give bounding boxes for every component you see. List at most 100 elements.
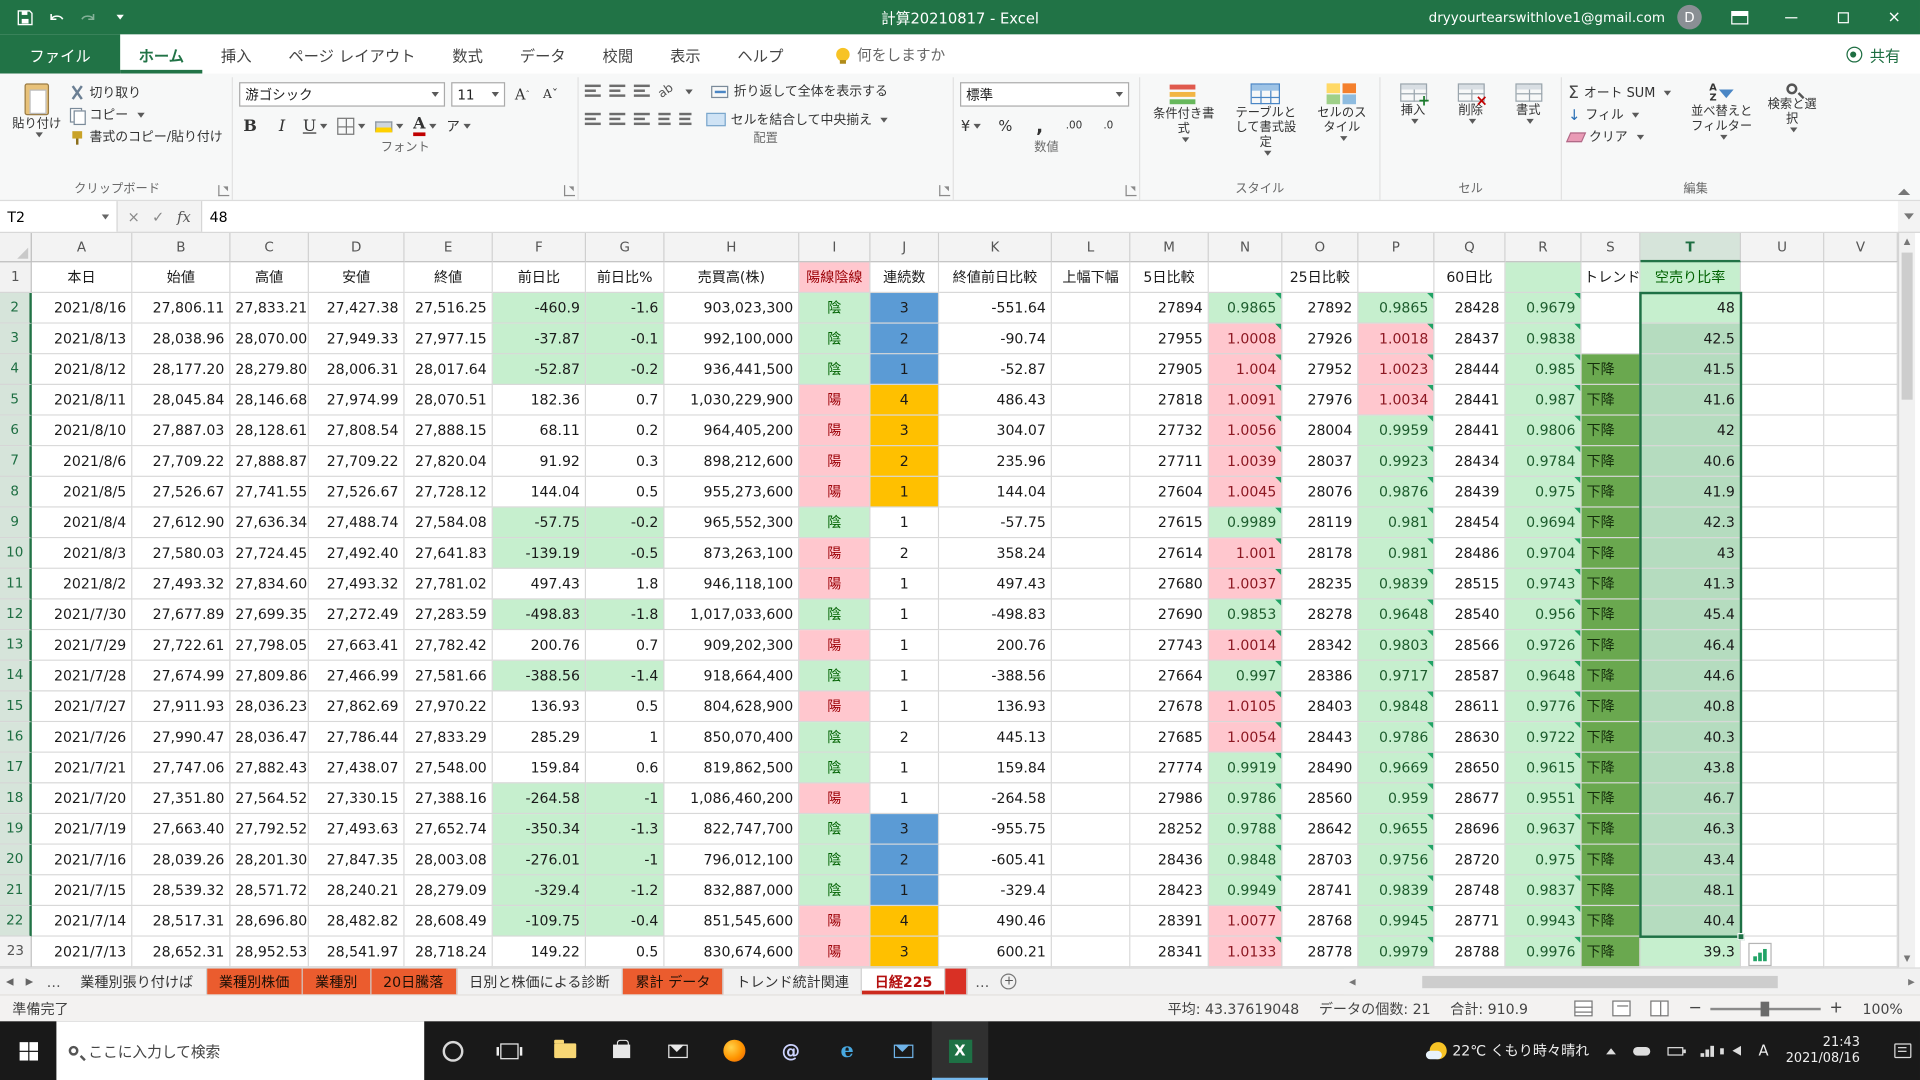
fill-color-button[interactable] bbox=[375, 115, 403, 137]
cell[interactable]: 2021/8/3 bbox=[32, 538, 133, 569]
increase-indent-icon[interactable] bbox=[679, 113, 691, 126]
cell[interactable]: 27732 bbox=[1130, 416, 1208, 447]
cell[interactable] bbox=[1052, 753, 1130, 784]
cell[interactable]: 0.9786 bbox=[1209, 783, 1283, 814]
sheet-tab[interactable]: トレンド統計関連 bbox=[724, 969, 863, 995]
header-cell[interactable]: 25日比較 bbox=[1282, 262, 1358, 293]
cell[interactable]: 3 bbox=[870, 937, 939, 968]
cell[interactable]: 27,612.90 bbox=[132, 508, 230, 539]
cell[interactable]: 2021/7/19 bbox=[32, 814, 133, 845]
header-cell[interactable] bbox=[1209, 262, 1283, 293]
cell[interactable]: 27,584.08 bbox=[405, 508, 493, 539]
cell[interactable]: 28235 bbox=[1282, 569, 1358, 600]
cell[interactable]: 28566 bbox=[1434, 630, 1505, 661]
cell[interactable]: 27,351.80 bbox=[132, 783, 230, 814]
cell[interactable]: 1 bbox=[870, 691, 939, 722]
cell[interactable]: 1 bbox=[870, 661, 939, 692]
cell[interactable]: 28436 bbox=[1130, 845, 1208, 876]
cell[interactable]: 陰 bbox=[799, 661, 870, 692]
cell[interactable]: 27,724.45 bbox=[230, 538, 308, 569]
cell[interactable] bbox=[1824, 937, 1898, 968]
row-header-12[interactable]: 12 bbox=[0, 600, 32, 631]
cell[interactable]: 28642 bbox=[1282, 814, 1358, 845]
cut-button[interactable]: 切り取り bbox=[70, 83, 223, 101]
cell[interactable]: 陰 bbox=[799, 753, 870, 784]
font-size-select[interactable]: 11 bbox=[451, 82, 505, 107]
cell[interactable]: 42 bbox=[1640, 416, 1741, 447]
cell[interactable]: 27,663.40 bbox=[132, 814, 230, 845]
ribbon-tab-校閲[interactable]: 校閲 bbox=[584, 34, 651, 73]
sheet-tab[interactable]: … bbox=[968, 969, 997, 995]
cell[interactable]: 796,012,100 bbox=[665, 845, 800, 876]
cell[interactable]: 27,887.03 bbox=[132, 416, 230, 447]
cell[interactable] bbox=[1824, 722, 1898, 753]
cell[interactable]: 27604 bbox=[1130, 477, 1208, 508]
cell[interactable] bbox=[1824, 753, 1898, 784]
cell[interactable]: 27614 bbox=[1130, 538, 1208, 569]
cell[interactable]: 144.04 bbox=[939, 477, 1052, 508]
cell[interactable]: 27,974.99 bbox=[309, 385, 405, 416]
cell[interactable]: 1.8 bbox=[586, 569, 664, 600]
cell[interactable] bbox=[1824, 354, 1898, 385]
cell[interactable]: 27,806.11 bbox=[132, 293, 230, 324]
cell[interactable]: 2021/7/21 bbox=[32, 753, 133, 784]
ribbon-display-options-icon[interactable] bbox=[1714, 0, 1765, 34]
sheet-tab[interactable]: 業種別 bbox=[303, 969, 371, 995]
cell[interactable]: 27,674.99 bbox=[132, 661, 230, 692]
cell[interactable]: 1 bbox=[870, 508, 939, 539]
cell[interactable]: 91.92 bbox=[493, 446, 586, 477]
currency-format-icon[interactable]: ¥ bbox=[960, 115, 982, 137]
decrease-decimal-icon[interactable]: .0 bbox=[1097, 115, 1119, 137]
cell[interactable]: 2021/8/4 bbox=[32, 508, 133, 539]
undo-icon[interactable] bbox=[42, 2, 71, 31]
cell[interactable]: 28386 bbox=[1282, 661, 1358, 692]
cell[interactable]: 28,608.49 bbox=[405, 906, 493, 937]
cell[interactable] bbox=[1824, 600, 1898, 631]
cell[interactable]: 490.46 bbox=[939, 906, 1052, 937]
cell[interactable]: 2021/7/28 bbox=[32, 661, 133, 692]
cell[interactable]: 822,747,700 bbox=[665, 814, 800, 845]
cell[interactable]: 28611 bbox=[1434, 691, 1505, 722]
cell[interactable]: 1.0091 bbox=[1209, 385, 1283, 416]
cell[interactable] bbox=[1052, 600, 1130, 631]
cell[interactable]: 44.6 bbox=[1640, 661, 1741, 692]
cell[interactable]: 0.9679 bbox=[1506, 293, 1582, 324]
cell[interactable]: 0.9853 bbox=[1209, 600, 1283, 631]
cell[interactable]: 2 bbox=[870, 538, 939, 569]
cell[interactable]: 0.9648 bbox=[1358, 600, 1434, 631]
cell[interactable]: 27,722.61 bbox=[132, 630, 230, 661]
cell[interactable] bbox=[1741, 661, 1824, 692]
ribbon-tab-ホーム[interactable]: ホーム bbox=[120, 34, 202, 73]
cell[interactable]: 1.0034 bbox=[1358, 385, 1434, 416]
cell[interactable]: 28,070.51 bbox=[405, 385, 493, 416]
percent-format-icon[interactable]: % bbox=[994, 115, 1016, 137]
cell[interactable]: 27,516.25 bbox=[405, 293, 493, 324]
select-all-corner[interactable] bbox=[0, 233, 32, 262]
cell[interactable]: 28439 bbox=[1434, 477, 1505, 508]
cell[interactable]: 27,833.21 bbox=[230, 293, 308, 324]
clear-button[interactable]: クリア bbox=[1568, 128, 1682, 146]
cell[interactable] bbox=[1052, 416, 1130, 447]
cell[interactable]: 0.9756 bbox=[1358, 845, 1434, 876]
cell[interactable]: 992,100,000 bbox=[665, 324, 800, 355]
cell[interactable]: 4 bbox=[870, 906, 939, 937]
excel-taskbar-button[interactable]: X bbox=[932, 1021, 988, 1080]
sheet-tab[interactable]: … bbox=[39, 969, 68, 995]
font-family-select[interactable]: 游ゴシック bbox=[239, 82, 445, 107]
cell[interactable]: 27,427.38 bbox=[309, 293, 405, 324]
cell[interactable]: 28703 bbox=[1282, 845, 1358, 876]
cell[interactable]: 0.9839 bbox=[1358, 875, 1434, 906]
hidden-icons-button[interactable] bbox=[1598, 1021, 1625, 1080]
file-tab[interactable]: ファイル bbox=[0, 34, 120, 73]
cell[interactable]: -329.4 bbox=[493, 875, 586, 906]
cell[interactable]: 28,177.20 bbox=[132, 354, 230, 385]
increase-font-icon[interactable]: Aˆ bbox=[511, 83, 533, 105]
cell[interactable]: 27,786.44 bbox=[309, 722, 405, 753]
cell[interactable]: 0.9989 bbox=[1209, 508, 1283, 539]
cell[interactable]: 0.9945 bbox=[1358, 906, 1434, 937]
cell[interactable]: 1 bbox=[870, 569, 939, 600]
cell[interactable]: 41.6 bbox=[1640, 385, 1741, 416]
cell[interactable]: 0.9923 bbox=[1358, 446, 1434, 477]
cell[interactable]: 27,847.35 bbox=[309, 845, 405, 876]
cell[interactable]: 28391 bbox=[1130, 906, 1208, 937]
